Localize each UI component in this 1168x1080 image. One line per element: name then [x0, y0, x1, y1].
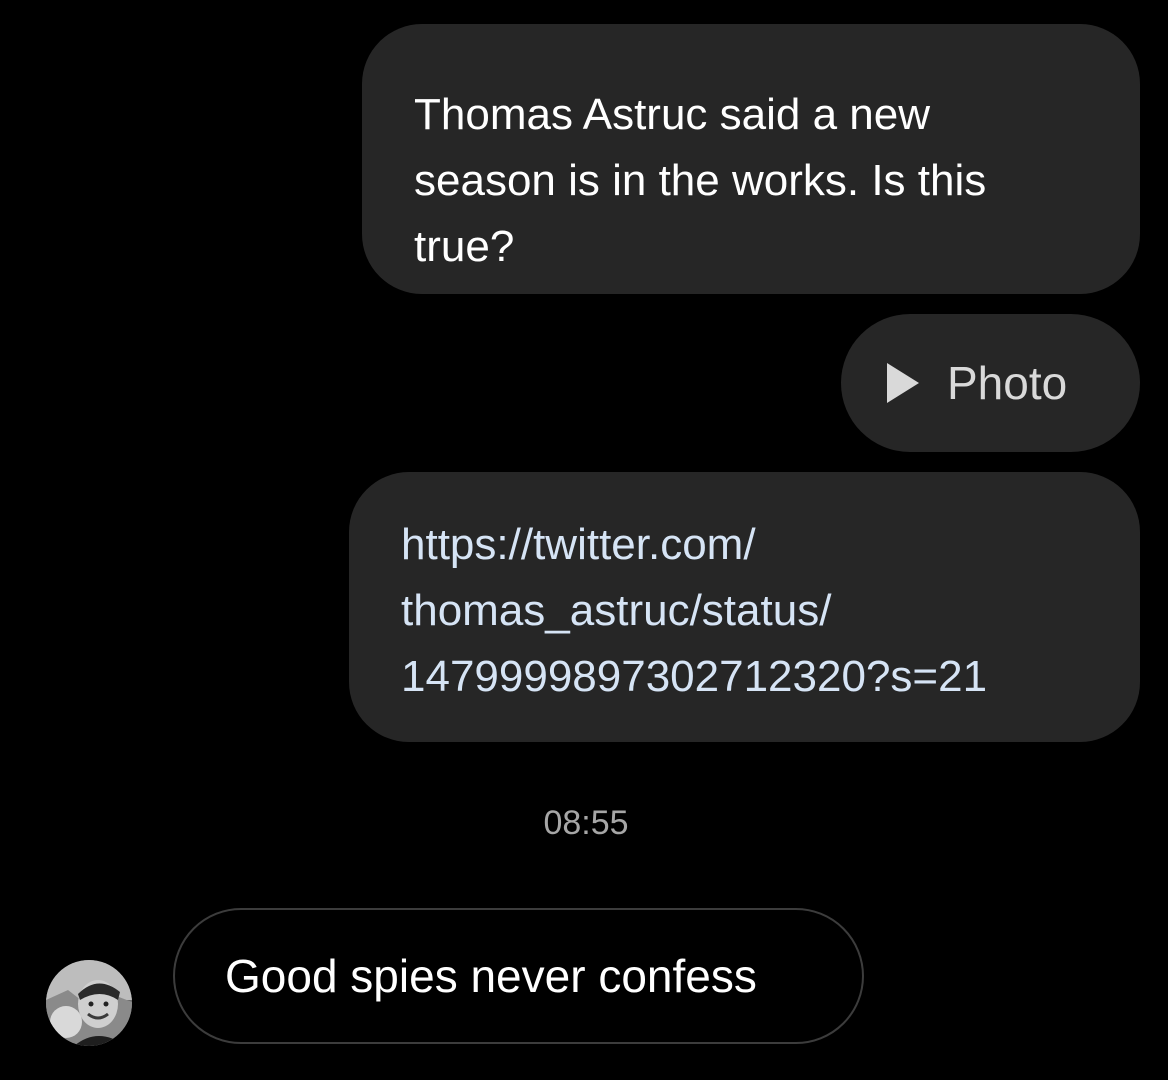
avatar-photo [46, 960, 132, 1046]
received-message-bubble[interactable]: Good spies never confess [173, 908, 864, 1044]
message-text-line: true? [414, 222, 515, 271]
profile-avatar[interactable] [46, 960, 132, 1046]
sent-photo-bubble[interactable]: Photo [841, 314, 1140, 452]
link-text-line[interactable]: thomas_astruc/status/ [401, 578, 1120, 644]
message-timestamp: 08:55 [543, 804, 629, 842]
message-text-line: season is in the works. Is this [414, 156, 987, 205]
sent-message-bubble[interactable]: Thomas Astruc said a new season is in th… [362, 24, 1140, 294]
sent-link-bubble[interactable]: https://twitter.com/ thomas_astruc/statu… [349, 472, 1140, 742]
message-text-line: Thomas Astruc said a new [414, 90, 931, 139]
link-text-line[interactable]: https://twitter.com/ [401, 512, 1120, 578]
photo-label: Photo [947, 357, 1068, 409]
received-message-text: Good spies never confess [225, 950, 757, 1002]
play-icon [887, 363, 919, 403]
link-text-line[interactable]: 1479999897302712320?s=21 [401, 644, 1120, 710]
